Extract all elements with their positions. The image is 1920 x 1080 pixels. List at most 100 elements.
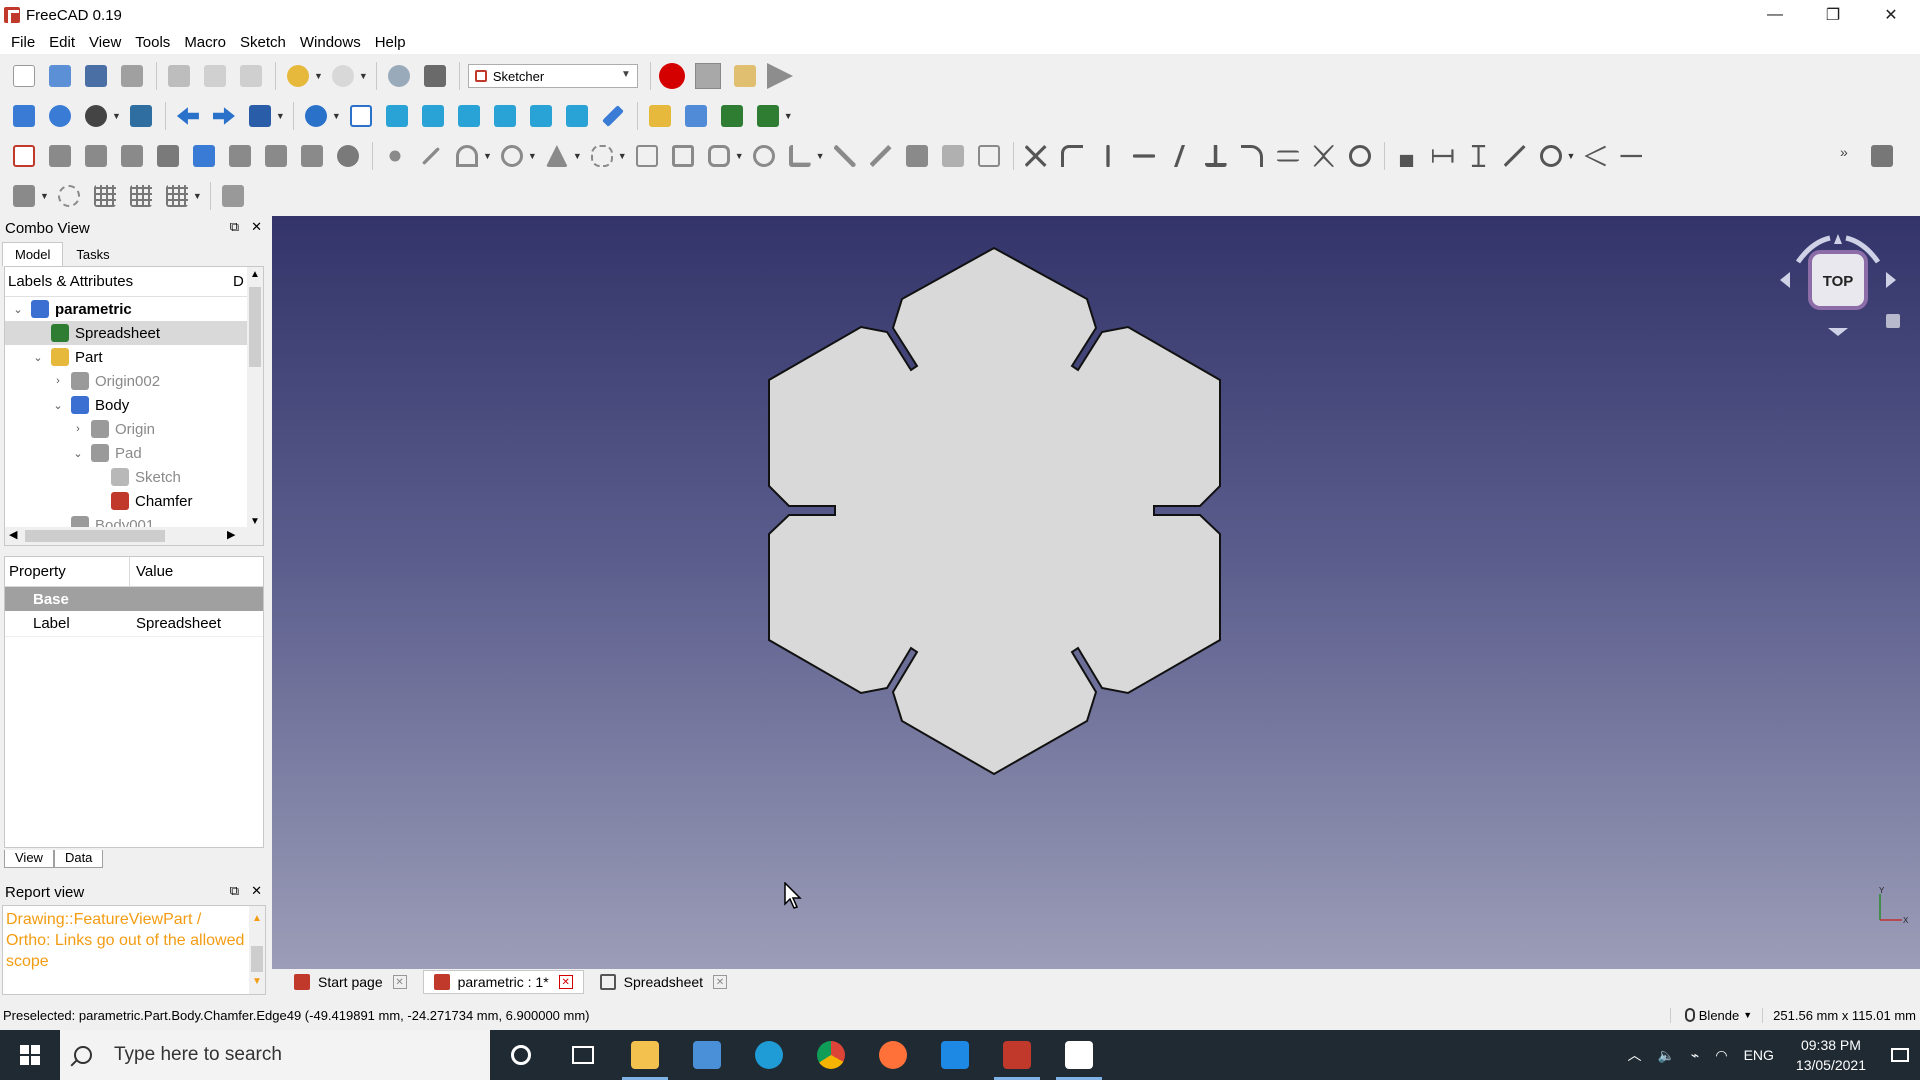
horizontal-distance-icon[interactable] — [1429, 142, 1457, 170]
minimize-button[interactable]: — — [1746, 0, 1804, 30]
close-panel-icon[interactable]: ✕ — [251, 883, 262, 899]
polygon-dropdown-icon[interactable]: ▼ — [735, 151, 744, 161]
measure-icon[interactable] — [599, 102, 627, 130]
close-tab-icon[interactable]: ✕ — [392, 975, 407, 989]
vertical-constraint-icon[interactable] — [1094, 142, 1122, 170]
navigation-cube[interactable]: TOP — [1772, 222, 1920, 372]
copy-icon[interactable] — [201, 62, 229, 90]
forward-arrow-icon[interactable] — [210, 102, 238, 130]
zoom-dropdown-icon[interactable]: ▼ — [332, 111, 341, 121]
draw-style-icon[interactable] — [82, 102, 110, 130]
fillet-icon[interactable] — [786, 142, 814, 170]
tree-item-parametric[interactable]: ⌄ parametric — [5, 297, 263, 321]
sync-view-dropdown-icon[interactable]: ▼ — [276, 111, 285, 121]
notification-center-button[interactable] — [1880, 1030, 1920, 1080]
bspline-icon[interactable] — [588, 142, 616, 170]
conic-icon[interactable] — [543, 142, 571, 170]
circle-dropdown-icon[interactable]: ▼ — [528, 151, 537, 161]
map-sketch-icon[interactable] — [154, 142, 182, 170]
bounding-box-icon[interactable] — [127, 102, 155, 130]
network-icon[interactable]: ⌁ — [1691, 1047, 1699, 1064]
snowflake-part-shape[interactable] — [272, 216, 1920, 969]
point-on-object-icon[interactable] — [1058, 142, 1086, 170]
close-tab-icon[interactable]: ✕ — [558, 975, 573, 989]
nav-pan-left-icon[interactable] — [1780, 272, 1790, 288]
top-view-icon[interactable] — [419, 102, 447, 130]
view-menu-icon[interactable] — [1886, 314, 1900, 328]
scroll-left-icon[interactable]: ◀ — [9, 528, 17, 541]
group-icon[interactable] — [682, 102, 710, 130]
close-tab-icon[interactable]: ✕ — [713, 975, 728, 989]
symmetric-constraint-icon[interactable] — [1310, 142, 1338, 170]
trim-icon[interactable] — [831, 142, 859, 170]
angle-constraint-icon[interactable] — [1581, 142, 1609, 170]
tab-tasks[interactable]: Tasks — [63, 242, 122, 266]
bspline-tools-icon[interactable] — [55, 182, 83, 210]
save-icon[interactable] — [82, 62, 110, 90]
undo-dropdown-icon[interactable]: ▼ — [314, 71, 323, 81]
nav-pan-down-icon[interactable] — [1828, 328, 1848, 336]
bspline-dropdown-icon[interactable]: ▼ — [618, 151, 627, 161]
slot-icon[interactable] — [750, 142, 778, 170]
file-explorer-button[interactable] — [614, 1030, 676, 1080]
property-value[interactable]: Spreadsheet — [130, 615, 221, 632]
undo-icon[interactable] — [284, 62, 312, 90]
cut-icon[interactable] — [165, 62, 193, 90]
wifi-icon[interactable]: ◠ — [1715, 1047, 1727, 1064]
report-vertical-scrollbar[interactable]: ▲ ▼ — [249, 906, 265, 994]
chevron-down-icon[interactable]: ⌄ — [11, 303, 25, 316]
circle-icon[interactable] — [498, 142, 526, 170]
line-icon[interactable] — [417, 142, 445, 170]
doc-tab-start-page[interactable]: Start page ✕ — [284, 970, 417, 994]
sketcher-settings-icon[interactable] — [1868, 142, 1896, 170]
leave-sketch-icon[interactable] — [46, 142, 74, 170]
menu-sketch[interactable]: Sketch — [233, 34, 293, 51]
tree-item-body[interactable]: ⌄ Body — [5, 393, 263, 417]
chevron-down-icon[interactable]: ⌄ — [31, 351, 45, 364]
distance-constraint-icon[interactable] — [1501, 142, 1529, 170]
mail-app-button[interactable] — [676, 1030, 738, 1080]
rear-view-icon[interactable] — [491, 102, 519, 130]
scroll-up-icon[interactable]: ▲ — [252, 908, 262, 929]
tangent-constraint-icon[interactable] — [1238, 142, 1266, 170]
fit-all-icon[interactable] — [10, 102, 38, 130]
chevron-down-icon[interactable]: ⌄ — [71, 447, 85, 460]
print-icon[interactable] — [118, 62, 146, 90]
extend-icon[interactable] — [867, 142, 895, 170]
merge-sketches-icon[interactable] — [262, 142, 290, 170]
point-icon[interactable] — [381, 142, 409, 170]
workbench-selector[interactable]: Sketcher ▼ — [467, 64, 638, 88]
rectangular-array-icon[interactable] — [163, 182, 191, 210]
tree-item-part[interactable]: ⌄ Part — [5, 345, 263, 369]
vscode-button[interactable] — [924, 1030, 986, 1080]
whats-this-icon[interactable] — [421, 62, 449, 90]
draw-style-dropdown-icon[interactable]: ▼ — [112, 111, 121, 121]
taskbar-search[interactable]: Type here to search — [60, 1030, 490, 1080]
part-icon[interactable] — [646, 102, 674, 130]
doc-tab-spreadsheet[interactable]: Spreadsheet ✕ — [590, 970, 737, 994]
paste-icon[interactable] — [237, 62, 265, 90]
new-sketch-icon[interactable] — [10, 142, 38, 170]
polyline-icon[interactable] — [633, 142, 661, 170]
input-language[interactable]: ENG — [1744, 1047, 1774, 1063]
nav-rotate-up-icon[interactable] — [1834, 234, 1842, 244]
arc-dropdown-icon[interactable]: ▼ — [483, 151, 492, 161]
freecad-taskbar-button[interactable] — [986, 1030, 1048, 1080]
block-constraint-icon[interactable] — [1346, 142, 1374, 170]
snap-grid-icon[interactable] — [127, 182, 155, 210]
construction-mode-icon[interactable] — [975, 142, 1003, 170]
vertical-distance-icon[interactable] — [1465, 142, 1493, 170]
taskbar-clock[interactable]: 09:38 PM 13/05/2021 — [1796, 1035, 1866, 1075]
toggle-construction-dropdown-icon[interactable]: ▼ — [40, 191, 49, 201]
horizontal-constraint-icon[interactable] — [1130, 142, 1158, 170]
menu-file[interactable]: File — [4, 34, 42, 51]
close-panel-icon[interactable]: ✕ — [251, 219, 262, 235]
macro-stop-icon[interactable] — [694, 63, 721, 89]
link-actions-icon[interactable] — [754, 102, 782, 130]
chevron-up-icon[interactable]: ︿ — [1627, 1045, 1641, 1065]
tree-horizontal-scrollbar[interactable]: ◀ ▶ — [5, 527, 263, 545]
macro-edit-icon[interactable] — [731, 62, 759, 90]
float-panel-icon[interactable]: ⧉ — [230, 219, 239, 235]
fit-selection-icon[interactable] — [46, 102, 74, 130]
tree-item-pad[interactable]: ⌄ Pad — [5, 441, 263, 465]
